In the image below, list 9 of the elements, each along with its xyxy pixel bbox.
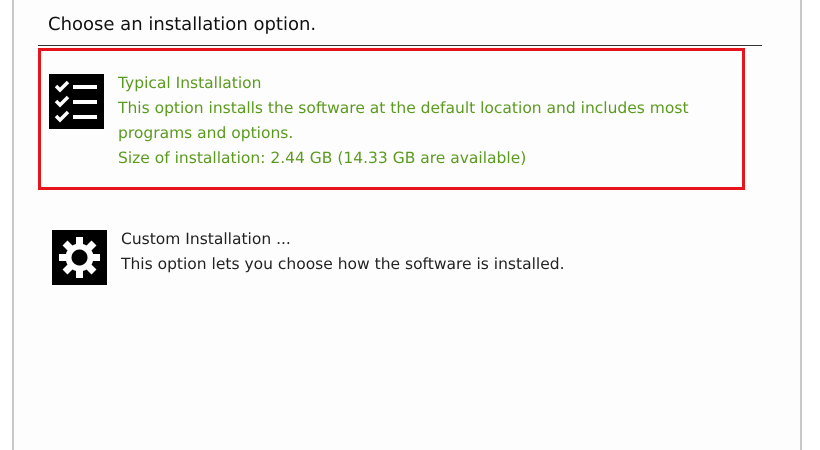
option-description: This option installs the software at the default location and includes most programs and options. xyxy=(118,98,690,144)
option-title: Typical Installation xyxy=(118,73,262,94)
gear-icon xyxy=(52,230,107,285)
option-title: Custom Installation ... xyxy=(121,229,292,250)
option-description: This option lets you choose how the software is installed. xyxy=(121,254,564,275)
page-heading: Choose an installation option. xyxy=(38,14,762,46)
install-option[interactable]: Custom Installation ... This option lets you choose how the software is installed. xyxy=(41,190,745,304)
option-size: Size of installation: 2.44 GB (14.33 GB are available) xyxy=(118,148,528,169)
checklist-icon xyxy=(49,74,104,129)
